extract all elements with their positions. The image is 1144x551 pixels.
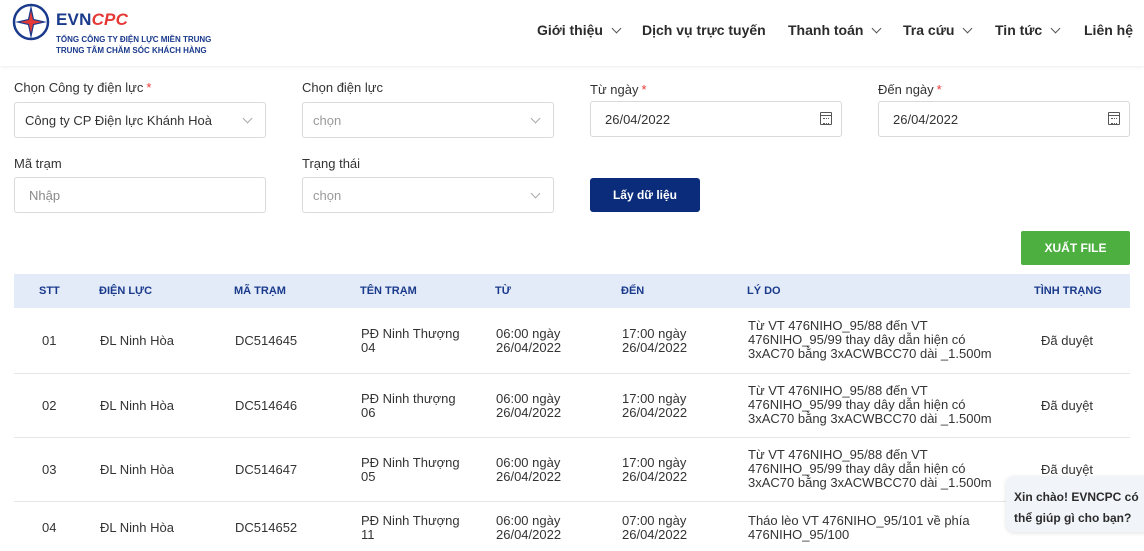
cell-dien-luc: ĐL Ninh Hòa xyxy=(100,333,174,348)
cell-dien-luc: ĐL Ninh Hòa xyxy=(100,398,174,413)
site-header: EVNCPC TỔNG CÔNG TY ĐIỆN LỰC MIỀN TRUNG … xyxy=(0,0,1144,66)
evncpc-logo[interactable]: EVNCPC TỔNG CÔNG TY ĐIỆN LỰC MIỀN TRUNG … xyxy=(12,2,242,62)
status-select[interactable]: chọn xyxy=(302,177,554,213)
station-label: Mã trạm xyxy=(14,156,62,171)
cell-ten-tram: PĐ Ninh thượng 06 xyxy=(361,391,456,420)
get-data-button[interactable]: Lấy dữ liệu xyxy=(590,178,700,212)
chevron-down-icon xyxy=(611,23,622,33)
cell-ma-tram: DC514647 xyxy=(235,462,298,477)
nav-dich-vu-truc-tuyen[interactable]: Dịch vụ trực tuyến xyxy=(642,22,766,38)
cell-den: 17:00 ngày 26/04/2022 xyxy=(622,391,688,420)
cell-ma-tram: DC514645 xyxy=(235,333,298,348)
export-file-button[interactable]: XUẤT FILE xyxy=(1021,231,1130,265)
evn-star-logo-icon xyxy=(12,3,50,41)
cell-ma-tram: DC514652 xyxy=(235,520,298,535)
from-date-input[interactable]: 26/04/2022 xyxy=(590,101,842,137)
nav-lien-he[interactable]: Liên hệ xyxy=(1084,22,1133,38)
cell-dien-luc: ĐL Ninh Hòa xyxy=(100,520,174,535)
cell-stt: 03 xyxy=(42,462,57,477)
cell-dien-luc: ĐL Ninh Hòa xyxy=(100,462,174,477)
cell-ma-tram: DC514646 xyxy=(235,398,298,413)
chat-greeting-line1: Xin chào! EVNCPC có xyxy=(1014,490,1139,504)
calendar-icon[interactable] xyxy=(820,112,832,125)
table-row[interactable]: 02 ĐL Ninh Hòa DC514646 PĐ Ninh thượng 06… xyxy=(14,374,1130,438)
cell-ly-do: Từ VT 476NIHO_95/88 đến VT 476NIHO_95/99 … xyxy=(748,318,992,361)
brand-subtitle-center: TRUNG TÂM CHĂM SÓC KHÁCH HÀNG xyxy=(56,46,207,55)
cell-tinh-trang: Đã duyệt xyxy=(1041,333,1094,348)
nav-thanh-toan[interactable]: Thanh toán xyxy=(788,22,882,38)
cell-stt: 01 xyxy=(42,333,57,348)
col-header-ten-tram: TÊN TRẠM xyxy=(360,285,417,297)
cell-den: 07:00 ngày 26/04/2022 xyxy=(622,513,688,542)
col-header-ly-do: LÝ DO xyxy=(747,285,781,297)
col-header-tu: TỪ xyxy=(495,285,511,297)
nav-tin-tuc[interactable]: Tin tức xyxy=(995,22,1061,38)
branch-select[interactable]: chọn xyxy=(302,102,554,138)
station-input[interactable]: Nhập xyxy=(14,177,266,213)
cell-ten-tram: PĐ Ninh Thượng 11 xyxy=(361,513,460,542)
cell-tu: 06:00 ngày 26/04/2022 xyxy=(496,326,562,355)
col-header-den: ĐẾN xyxy=(621,285,645,297)
chevron-down-icon xyxy=(962,23,973,33)
chevron-down-icon xyxy=(871,23,882,33)
cell-ten-tram: PĐ Ninh Thượng 04 xyxy=(361,326,460,355)
col-header-stt: STT xyxy=(39,285,60,297)
cell-ly-do: Tháo lèo VT 476NIHO_95/101 về phía 476NIH… xyxy=(748,513,970,542)
chevron-down-icon xyxy=(530,188,541,199)
col-header-dien-luc: ĐIỆN LỰC xyxy=(99,285,153,297)
cell-tinh-trang: Đã duyệt xyxy=(1041,462,1094,477)
to-date-label: Đến ngày * xyxy=(878,82,942,97)
cell-ten-tram: PĐ Ninh Thượng 05 xyxy=(361,455,460,484)
brand-subtitle-company: TỔNG CÔNG TY ĐIỆN LỰC MIỀN TRUNG xyxy=(56,35,212,44)
cell-tinh-trang: Đã duyệt xyxy=(1041,398,1094,413)
table-row[interactable]: 04 ĐL Ninh Hòa DC514652 PĐ Ninh Thượng 11… xyxy=(14,502,1130,551)
cell-tu: 06:00 ngày 26/04/2022 xyxy=(496,391,562,420)
cell-ly-do: Từ VT 476NIHO_95/88 đến VT 476NIHO_95/99 … xyxy=(748,447,992,490)
chevron-down-icon xyxy=(1050,23,1061,33)
chat-greeting-line2: thể giúp gì cho bạn? xyxy=(1014,511,1132,525)
chat-greeting-bubble[interactable]: Xin chào! EVNCPC có thể giúp gì cho bạn? xyxy=(1006,476,1144,532)
to-date-input[interactable]: 26/04/2022 xyxy=(878,101,1130,137)
col-header-tinh-trang: TÌNH TRẠNG xyxy=(1034,285,1102,297)
nav-tra-cuu[interactable]: Tra cứu xyxy=(903,22,973,38)
table-row[interactable]: 03 ĐL Ninh Hòa DC514647 PĐ Ninh Thượng 05… xyxy=(14,438,1130,502)
cell-ly-do: Từ VT 476NIHO_95/88 đến VT 476NIHO_95/99 … xyxy=(748,383,992,426)
cell-stt: 04 xyxy=(42,520,57,535)
table-header: STT ĐIỆN LỰC MÃ TRẠM TÊN TRẠM TỪ ĐẾN LÝ … xyxy=(14,274,1130,308)
table-row[interactable]: 01 ĐL Ninh Hòa DC514645 PĐ Ninh Thượng 04… xyxy=(14,308,1130,374)
cell-den: 17:00 ngày 26/04/2022 xyxy=(622,455,688,484)
chevron-down-icon xyxy=(242,113,253,124)
company-label: Chọn Công ty điện lực * xyxy=(14,80,152,95)
cell-tu: 06:00 ngày 26/04/2022 xyxy=(496,455,562,484)
status-label: Trạng thái xyxy=(302,156,361,171)
col-header-ma-tram: MÃ TRẠM xyxy=(234,285,286,297)
branch-label: Chọn điện lực xyxy=(302,80,383,95)
company-select[interactable]: Công ty CP Điện lực Khánh Hoà xyxy=(14,102,266,138)
from-date-label: Từ ngày * xyxy=(590,82,647,97)
cell-tu: 06:00 ngày 26/04/2022 xyxy=(496,513,562,542)
cell-stt: 02 xyxy=(42,398,57,413)
brand-wordmark: EVNCPC xyxy=(56,10,129,29)
cell-den: 17:00 ngày 26/04/2022 xyxy=(622,326,688,355)
chevron-down-icon xyxy=(530,113,541,124)
calendar-icon[interactable] xyxy=(1108,112,1120,125)
nav-gioi-thieu[interactable]: Giới thiệu xyxy=(537,22,622,38)
